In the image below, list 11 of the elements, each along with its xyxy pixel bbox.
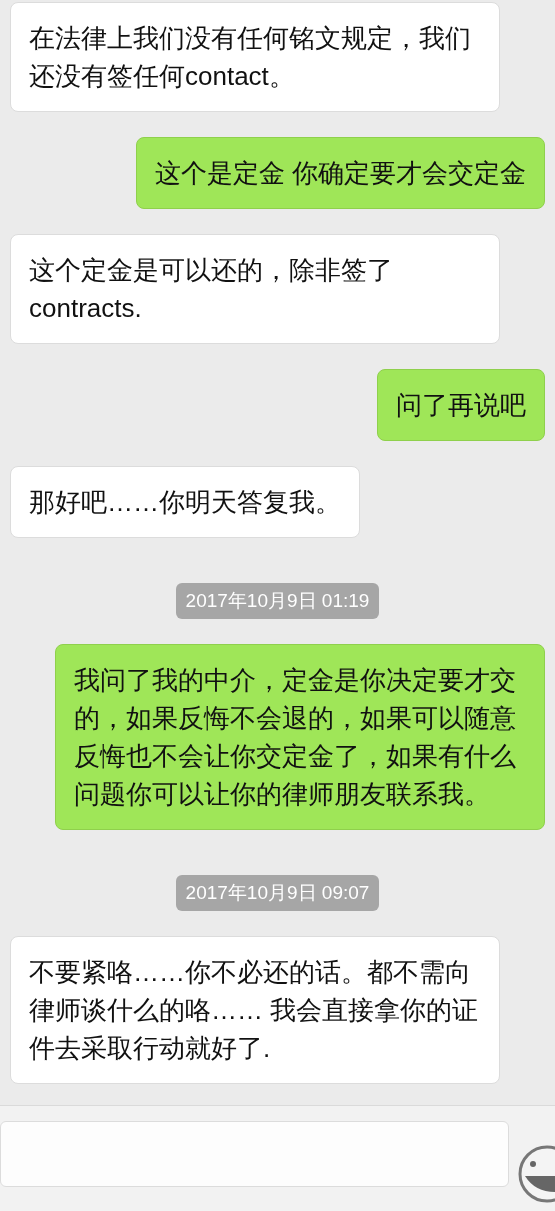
message-bubble: 不要紧咯……你不必还的话。都不需向律师谈什么的咯…… 我会直接拿你的证件去采取行动就好了. — [10, 936, 500, 1084]
smiley-icon[interactable] — [517, 1143, 555, 1204]
message-bubble: 我问了我的中介，定金是你决定要才交的，如果反悔不会退的，如果可以随意反悔也不会让你交定金了，如果有什么问题你可以让你的律师朋友联系我。 — [55, 644, 545, 830]
message-bubble: 这个是定金 你确定要才会交定金 — [135, 137, 545, 209]
timestamp: 2017年10月9日 01:19 — [175, 583, 380, 619]
message-bubble: 这个定金是可以还的，除非签了contracts. — [10, 234, 500, 344]
message-bubble: 那好吧……你明天答复我。 — [10, 466, 360, 538]
message-input-field[interactable] — [0, 1120, 509, 1187]
message-bubble: 在法律上我们没有任何铭文规定，我们还没有签任何contact。 — [10, 2, 500, 112]
message-bubble: 问了再说吧 — [377, 369, 545, 441]
timestamp: 2017年10月9日 09:07 — [175, 875, 380, 911]
